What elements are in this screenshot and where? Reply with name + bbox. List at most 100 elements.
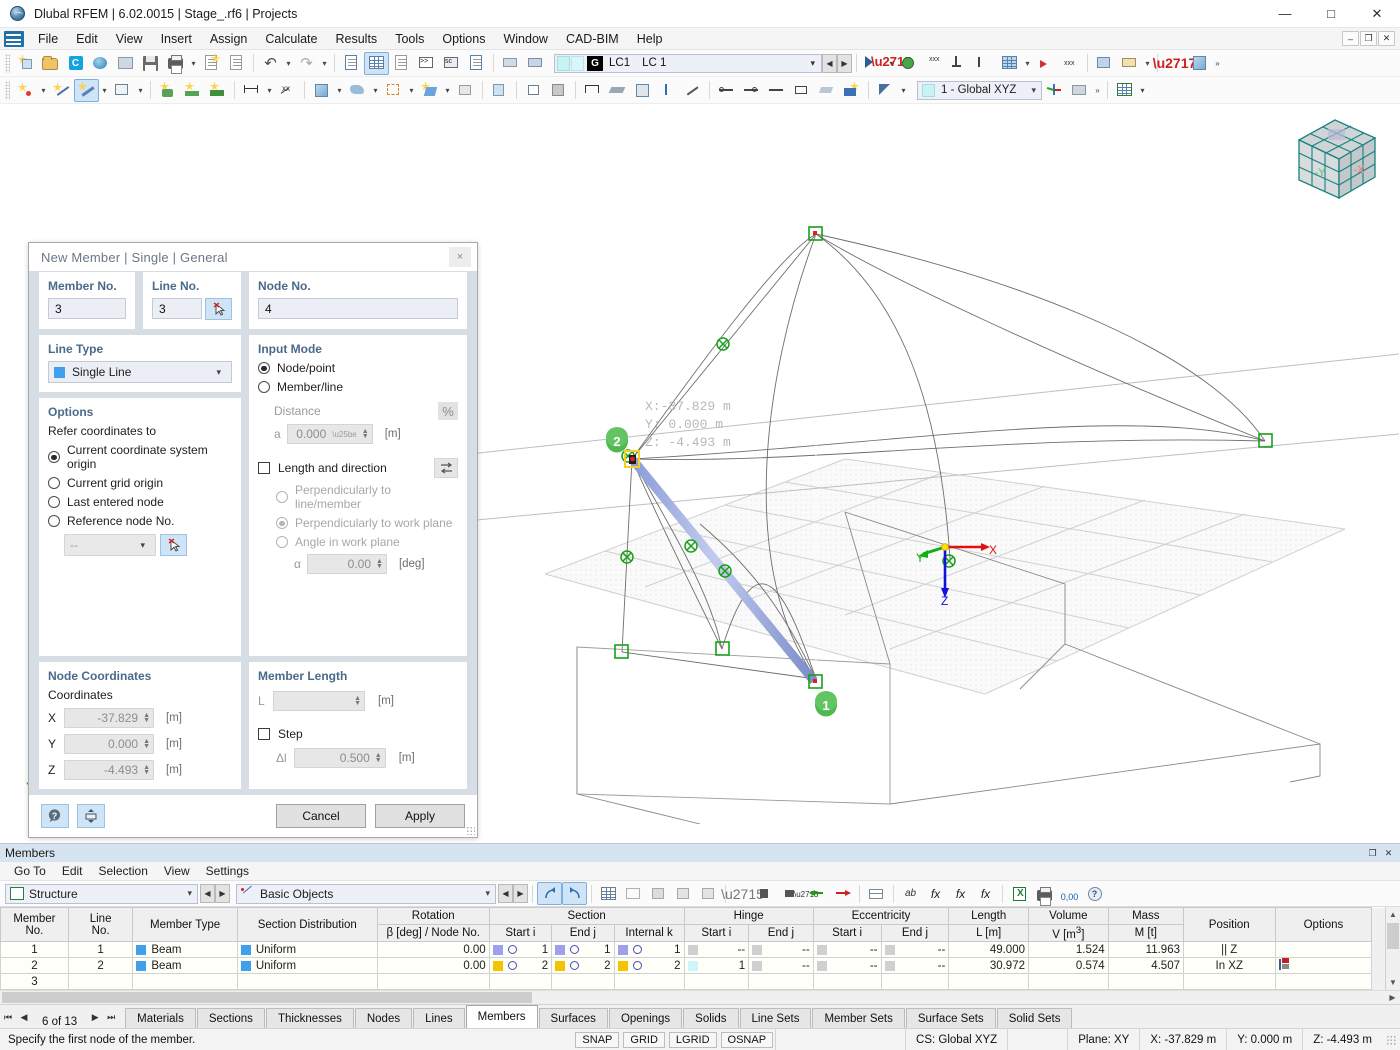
surface-support-new-icon[interactable] <box>205 79 230 102</box>
redo-icon[interactable]: ↷ <box>294 52 319 75</box>
tab-members[interactable]: Members <box>465 1005 538 1028</box>
members-menu-goto[interactable]: Go To <box>6 863 54 879</box>
axes-display-icon[interactable] <box>1042 79 1067 102</box>
rename-icon[interactable]: ab <box>898 882 923 905</box>
length-direction-checkbox[interactable] <box>258 462 270 475</box>
menu-assign[interactable]: Assign <box>201 30 257 48</box>
member-no-input[interactable]: 3 <box>48 298 126 320</box>
radio-last-entered-node[interactable] <box>48 496 60 509</box>
abacus-dropdown-icon[interactable]: ▾ <box>1142 52 1153 75</box>
abacus-icon[interactable] <box>1117 52 1142 75</box>
th-volume-sub[interactable]: V [m3] <box>1028 924 1109 942</box>
scroll-thumb[interactable] <box>1387 923 1399 949</box>
cell-volume[interactable] <box>1028 973 1109 990</box>
window-resize-grip[interactable] <box>1386 1034 1396 1045</box>
cell-hinge-end[interactable]: -- <box>748 941 814 958</box>
undo-dropdown-icon[interactable]: ▾ <box>283 52 294 75</box>
formula-info-icon[interactable]: fx <box>973 882 998 905</box>
model-info-icon[interactable] <box>113 52 138 75</box>
new-surface-icon[interactable] <box>110 79 135 102</box>
cell-section-end[interactable] <box>551 973 615 990</box>
insert-row-icon[interactable] <box>646 882 671 905</box>
members-menu-edit[interactable]: Edit <box>54 863 91 879</box>
table-header-icon[interactable] <box>621 882 646 905</box>
line-type-chevron-down-icon[interactable]: ▾ <box>216 367 226 378</box>
toolbar-grip[interactable] <box>5 53 10 73</box>
cell-hinge-start[interactable]: -- <box>683 941 750 958</box>
render-cube-icon[interactable] <box>1187 52 1212 75</box>
th-section-internal[interactable]: Internal k <box>613 924 685 942</box>
dimension-dropdown-icon[interactable]: ▾ <box>264 79 275 102</box>
option-node-point[interactable]: Node/point <box>258 361 458 375</box>
option-member-line[interactable]: Member/line <box>258 380 458 394</box>
distance-a-stepper[interactable]: ▲ ▼ <box>362 428 369 440</box>
cell-ecc-end[interactable]: -- <box>880 941 950 958</box>
th-section-group[interactable]: Section <box>488 907 685 925</box>
load-case-next-icon[interactable]: ▶ <box>837 53 852 73</box>
structure-next-icon[interactable]: ▶ <box>215 884 230 903</box>
cell-hinge-end[interactable] <box>748 973 814 990</box>
table-vertical-scrollbar[interactable]: ▲ ▼ <box>1385 907 1400 990</box>
objects-filter-combo[interactable]: Basic Objects ▾ <box>236 883 496 904</box>
alpha-stepper[interactable]: ▲ ▼ <box>376 558 383 570</box>
cell-options[interactable] <box>1274 941 1373 958</box>
th-line-no[interactable]: Line No. <box>67 907 134 942</box>
tab-lines[interactable]: Lines <box>413 1008 465 1028</box>
th-eccentricity-group[interactable]: Eccentricity <box>812 907 950 925</box>
reference-node-combo[interactable]: -- ▾ <box>64 534 156 557</box>
th-length-group[interactable]: Length <box>948 907 1029 925</box>
table-row[interactable]: 3 <box>0 973 1400 990</box>
cell-member-type[interactable] <box>132 973 238 990</box>
coordinate-system-combo[interactable]: 1 - Global XYZ ▾ <box>917 80 1042 100</box>
objects-filter-stepper[interactable]: ◀ ▶ <box>498 884 528 903</box>
coordinates-icon[interactable]: xx <box>275 79 300 102</box>
objects-prev-icon[interactable]: ◀ <box>498 884 513 903</box>
plate-dropdown-icon[interactable]: ▾ <box>442 79 453 102</box>
member-eccentricity-icon[interactable] <box>789 79 814 102</box>
diagonal-line-icon[interactable] <box>680 79 705 102</box>
toolbar-overflow-icon[interactable]: » <box>1212 52 1223 75</box>
member-rib-icon[interactable] <box>814 79 839 102</box>
menu-insert[interactable]: Insert <box>152 30 201 48</box>
tab-surfaces[interactable]: Surfaces <box>538 1008 608 1028</box>
last-page-icon[interactable]: ⏭ <box>103 1006 119 1028</box>
copy-row-icon[interactable] <box>755 882 780 905</box>
cell-section-internal[interactable]: 1 <box>613 941 685 958</box>
cell-volume[interactable]: 1.524 <box>1028 941 1109 958</box>
cell-member-type[interactable]: Beam <box>132 957 238 974</box>
table-row[interactable]: 1 1 Beam Uniform 0.00 1 1 1 -- -- -- -- … <box>0 941 1400 958</box>
column-settings-icon[interactable] <box>696 882 721 905</box>
load-case-prev-icon[interactable]: ◀ <box>822 53 837 73</box>
delta-l-input[interactable]: 0.500 ▲ ▼ <box>293 748 386 769</box>
load-case-stepper[interactable]: ◀ ▶ <box>822 53 852 73</box>
clear-results-icon[interactable]: \u2717 <box>1153 52 1197 75</box>
move-up-icon[interactable] <box>655 79 680 102</box>
table-horizontal-scrollbar[interactable]: ▶ <box>0 990 1400 1004</box>
plate-icon[interactable] <box>417 79 442 102</box>
formula-delete-icon[interactable]: fx <box>948 882 973 905</box>
solid-icon[interactable] <box>309 79 334 102</box>
move-right-icon[interactable] <box>830 882 855 905</box>
undo-icon[interactable]: ↶ <box>258 52 283 75</box>
menu-view[interactable]: View <box>107 30 152 48</box>
cell-hinge-start[interactable] <box>683 973 750 990</box>
cell-member-no[interactable]: 1 <box>0 941 69 958</box>
osnap-toggle[interactable]: OSNAP <box>720 1031 774 1048</box>
apply-button[interactable]: Apply <box>375 804 465 829</box>
th-section-distribution[interactable]: Section Distribution <box>236 907 378 942</box>
result-diagram-icon[interactable] <box>487 79 512 102</box>
guide-lines-icon[interactable] <box>498 52 523 75</box>
opening-icon[interactable] <box>381 79 406 102</box>
members-panel-restore-icon[interactable]: ❐ <box>1366 847 1379 860</box>
table-row[interactable]: 2 2 Beam Uniform 0.00 2 2 2 1 -- -- -- 3… <box>0 957 1400 974</box>
truss-icon[interactable] <box>580 79 605 102</box>
cell-ecc-start[interactable]: -- <box>812 941 882 958</box>
members-table-wrapper[interactable]: Member No. Line No. Member Type Section Di… <box>0 907 1400 990</box>
new-member-icon[interactable] <box>74 78 99 102</box>
navigator-icon[interactable] <box>339 52 364 75</box>
objects-next-icon[interactable]: ▶ <box>513 884 528 903</box>
script-icon[interactable]: sc <box>439 52 464 75</box>
show-grid-icon[interactable] <box>596 882 621 905</box>
cell-member-type[interactable]: Beam <box>132 941 238 958</box>
cell-section-distribution[interactable]: Uniform <box>236 957 378 974</box>
